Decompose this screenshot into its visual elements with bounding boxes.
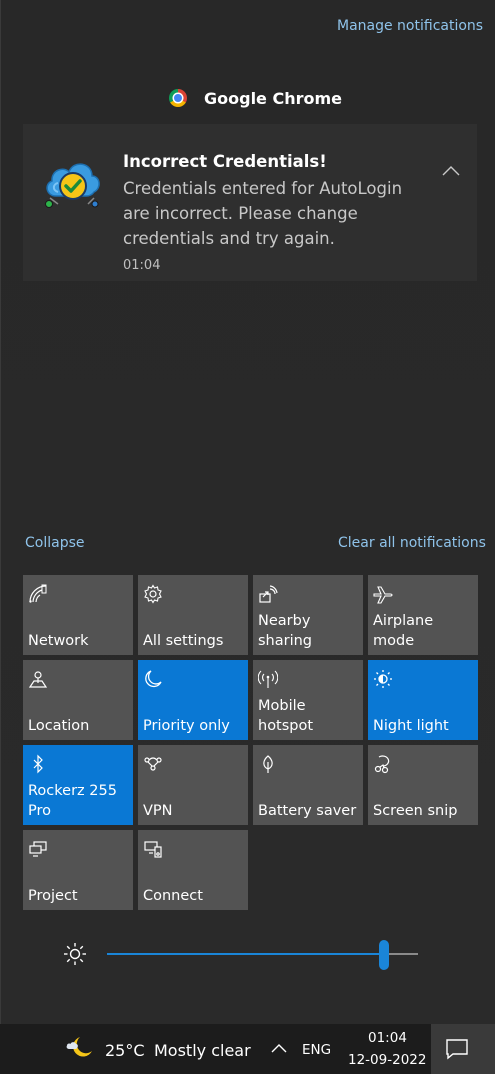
quick-action-nearby-sharing[interactable]: Nearby sharing xyxy=(253,575,363,655)
quick-action-label: All settings xyxy=(143,633,224,649)
collapse-link[interactable]: Collapse xyxy=(25,535,85,551)
action-center-button[interactable] xyxy=(431,1024,495,1074)
notification-group-header[interactable]: Google Chrome xyxy=(169,86,342,110)
taskbar: 25°C Mostly clear ENG 01:04 12-09-2022 xyxy=(0,1024,495,1074)
cloud-check-icon xyxy=(45,163,100,208)
notification-title: Incorrect Credentials! xyxy=(123,152,327,171)
action-center-panel: Manage notifications Google Chrome Incor… xyxy=(0,0,495,1024)
notification-body: Credentials entered for AutoLogin are in… xyxy=(123,179,403,248)
connect-icon xyxy=(144,841,162,858)
chrome-icon xyxy=(169,89,187,107)
clear-all-notifications-link[interactable]: Clear all notifications xyxy=(338,535,486,551)
brightness-slider-fill xyxy=(107,953,384,955)
quick-action-label: Project xyxy=(28,888,78,904)
chevron-up-icon[interactable] xyxy=(441,164,461,178)
quick-action-priority-only[interactable]: Priority only xyxy=(138,660,248,740)
chevron-up-icon[interactable] xyxy=(270,1042,288,1054)
quick-action-vpn[interactable]: VPN xyxy=(138,745,248,825)
brightness-icon xyxy=(64,943,86,965)
taskbar-temperature[interactable]: 25°C xyxy=(105,1041,145,1060)
quick-action-battery-saver[interactable]: Battery saver xyxy=(253,745,363,825)
moon-icon xyxy=(145,670,162,688)
action-center-icon xyxy=(446,1039,468,1060)
screen-snip-icon xyxy=(374,755,390,774)
location-icon xyxy=(28,671,48,688)
nearby-sharing-icon xyxy=(259,585,278,603)
taskbar-language[interactable]: ENG xyxy=(302,1042,331,1058)
quick-action-label: Night light xyxy=(373,718,449,734)
bluetooth-icon xyxy=(33,754,43,774)
quick-action-label: Location xyxy=(28,718,90,734)
quick-action-bluetooth-device[interactable]: Rockerz 255 Pro xyxy=(23,745,133,825)
quick-action-label: VPN xyxy=(143,803,173,819)
quick-action-airplane-mode[interactable]: Airplane mode xyxy=(368,575,478,655)
quick-action-label: Network xyxy=(28,633,89,649)
battery-saver-icon xyxy=(263,755,273,773)
brightness-slider-thumb[interactable] xyxy=(378,940,389,970)
airplane-icon xyxy=(373,586,393,604)
quick-action-label: Nearby sharing xyxy=(258,613,313,649)
quick-action-label: Battery saver xyxy=(258,803,357,819)
quick-action-label: Screen snip xyxy=(373,803,458,819)
quick-action-label: Mobile hotspot xyxy=(258,698,314,734)
moon-cloud-icon[interactable] xyxy=(66,1035,96,1061)
notification-toast[interactable]: Incorrect Credentials! Credentials enter… xyxy=(23,124,477,281)
quick-action-location[interactable]: Location xyxy=(23,660,133,740)
app-group-name: Google Chrome xyxy=(204,88,343,108)
gear-icon xyxy=(144,584,162,604)
notification-time: 01:04 xyxy=(123,258,161,273)
quick-action-label: Priority only xyxy=(143,718,230,734)
hotspot-icon xyxy=(258,670,278,688)
quick-action-night-light[interactable]: Night light xyxy=(368,660,478,740)
vpn-icon xyxy=(144,757,162,771)
quick-action-screen-snip[interactable]: Screen snip xyxy=(368,745,478,825)
taskbar-clock-date[interactable]: 12-09-2022 xyxy=(348,1052,426,1068)
taskbar-clock-time[interactable]: 01:04 xyxy=(368,1030,407,1046)
taskbar-weather-text[interactable]: Mostly clear xyxy=(154,1041,251,1060)
project-icon xyxy=(29,841,47,857)
brightness-slider-track[interactable] xyxy=(107,953,418,955)
quick-action-network[interactable]: Network xyxy=(23,575,133,655)
quick-action-label: Airplane mode xyxy=(373,613,434,649)
quick-action-label: Rockerz 255 Pro xyxy=(28,783,117,819)
manage-notifications-link[interactable]: Manage notifications xyxy=(337,18,483,34)
quick-action-label: Connect xyxy=(143,888,203,904)
quick-action-all-settings[interactable]: All settings xyxy=(138,575,248,655)
quick-action-mobile-hotspot[interactable]: Mobile hotspot xyxy=(253,660,363,740)
night-light-icon xyxy=(374,670,392,688)
quick-action-project[interactable]: Project xyxy=(23,830,133,910)
quick-action-connect[interactable]: Connect xyxy=(138,830,248,910)
network-icon xyxy=(29,584,47,603)
